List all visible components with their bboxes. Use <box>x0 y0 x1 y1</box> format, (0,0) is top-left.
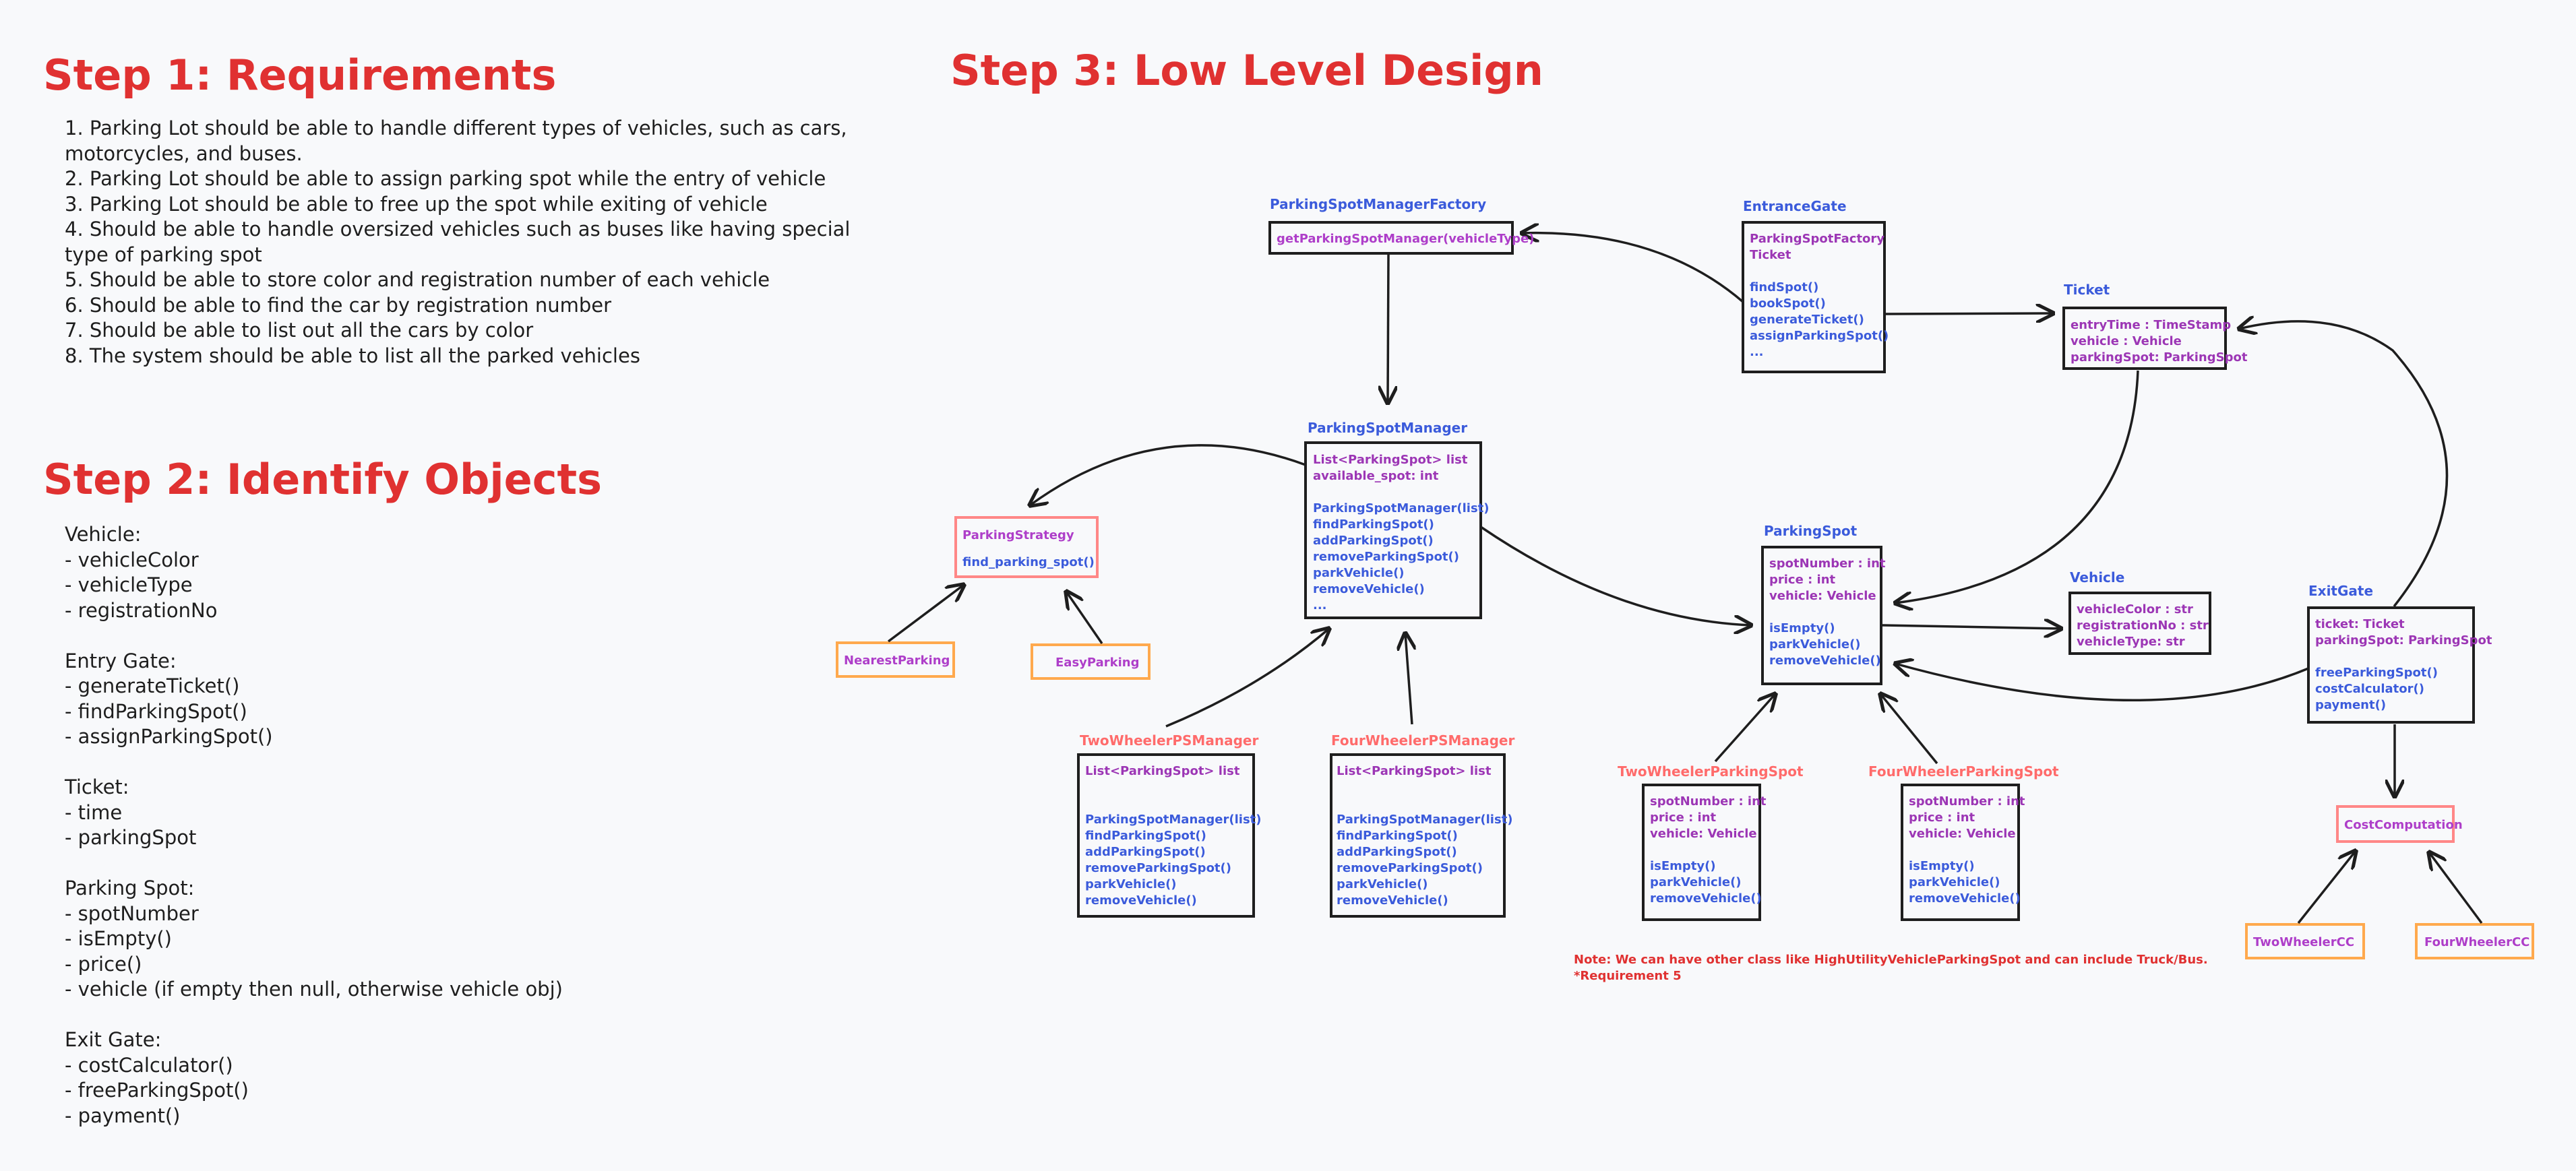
arrow-twops-manager <box>1165 629 1329 728</box>
fourPS-method: addParkingSpot() <box>1337 845 1457 859</box>
exit-method: costCalculator() <box>2315 682 2424 696</box>
exit-method: payment() <box>2315 698 2386 712</box>
twoSpot-field: spotNumber : int <box>1650 794 1767 809</box>
twoSpot-field: price : int <box>1650 811 1717 825</box>
spot-method: isEmpty() <box>1769 621 1835 635</box>
entrance-method: generateTicket() <box>1750 313 1864 327</box>
arrow-fourspot-spot <box>1880 694 1938 765</box>
manager-title: ParkingSpotManager <box>1308 420 1467 436</box>
arrow-nearest-strategy <box>887 585 964 643</box>
arrow-twospot-spot <box>1714 694 1775 763</box>
fourSpot-field: vehicle: Vehicle <box>1909 827 2016 841</box>
spot-field: vehicle: Vehicle <box>1769 589 1876 603</box>
fourSpot-method: removeVehicle() <box>1909 891 2021 906</box>
ticket-title: Ticket <box>2064 282 2110 298</box>
vehicle-title: Vehicle <box>2070 569 2124 586</box>
spot-field: price : int <box>1769 573 1836 587</box>
spot-field: spotNumber : int <box>1769 557 1886 571</box>
manager-method: addParkingSpot() <box>1313 534 1434 548</box>
arrow-entrance-factory <box>1522 233 1744 303</box>
strategy-method: find_parking_spot() <box>962 555 1095 569</box>
twoSpot-field: vehicle: Vehicle <box>1650 827 1757 841</box>
entrance-title: EntranceGate <box>1743 198 1847 214</box>
strategy-title: ParkingStrategy <box>962 528 1074 542</box>
entrance-field: ParkingSpotFactory <box>1750 232 1884 246</box>
entrance-field: Ticket <box>1750 248 1791 262</box>
twoPS-method: ParkingSpotManager(list) <box>1085 813 1262 827</box>
two-cc-label: TwoWheelerCC <box>2253 935 2354 949</box>
twoPS-field: List<ParkingSpot> list <box>1085 764 1240 778</box>
arrow-exit-ticket <box>2239 321 2449 608</box>
entrance-method: assignParkingSpot() <box>1750 329 1889 343</box>
manager-method: removeVehicle() <box>1313 582 1425 596</box>
arrow-entrance-ticket <box>1885 313 2053 314</box>
fourPS-field: List<ParkingSpot> list <box>1337 764 1492 778</box>
arrow-fourcc-cost <box>2429 852 2483 924</box>
arrow-manager-strategy <box>1030 444 1306 505</box>
fourSpot-field: spotNumber : int <box>1909 794 2025 809</box>
nearest-label: NearestParking <box>844 654 950 668</box>
fourPS-method: removeParkingSpot() <box>1337 861 1483 875</box>
fourSpot-field: price : int <box>1909 811 1975 825</box>
twoPS-method: parkVehicle() <box>1085 877 1177 891</box>
fourPS-method: ParkingSpotManager(list) <box>1337 813 1513 827</box>
two-ps-title: TwoWheelerPSManager <box>1080 732 1258 749</box>
four-cc-label: FourWheelerCC <box>2424 935 2529 949</box>
note-line-2: *Requirement 5 <box>1574 969 1682 983</box>
arrow-fourps-manager <box>1405 633 1412 725</box>
ticket-field: parkingSpot: ParkingSpot <box>2071 350 2248 365</box>
twoSpot-method: removeVehicle() <box>1650 891 1762 906</box>
fourSpot-method: isEmpty() <box>1909 859 1975 873</box>
twoSpot-method: isEmpty() <box>1650 859 1716 873</box>
manager-method: removeParkingSpot() <box>1313 550 1459 564</box>
manager-field: available_spot: int <box>1313 469 1439 483</box>
entrance-method: ... <box>1750 345 1764 359</box>
two-spot-title: TwoWheelerParkingSpot <box>1618 763 1804 780</box>
spot-title: ParkingSpot <box>1764 523 1858 539</box>
four-spot-title: FourWheelerParkingSpot <box>1868 763 2059 780</box>
spot-method: parkVehicle() <box>1769 637 1861 652</box>
exit-method: freeParkingSpot() <box>2315 666 2438 680</box>
twoPS-method: removeParkingSpot() <box>1085 861 1231 875</box>
twoPS-method: addParkingSpot() <box>1085 845 1206 859</box>
cost-label: CostComputation <box>2344 818 2463 832</box>
twoPS-method: removeVehicle() <box>1085 893 1197 908</box>
fourPS-method: removeVehicle() <box>1337 893 1448 908</box>
arrow-ticket-spot <box>1895 370 2139 603</box>
manager-field: List<ParkingSpot> list <box>1313 453 1468 467</box>
fourPS-method: parkVehicle() <box>1337 877 1428 891</box>
easy-label: EasyParking <box>1055 656 1139 670</box>
spot-method: removeVehicle() <box>1769 654 1881 668</box>
vehicle-field: registrationNo : str <box>2077 619 2209 633</box>
four-ps-title: FourWheelerPSManager <box>1331 732 1514 749</box>
exit-field: ticket: Ticket <box>2315 617 2405 631</box>
arrow-twocc-cost <box>2297 851 2356 924</box>
entrance-method: bookSpot() <box>1750 296 1826 311</box>
arrow-easy-strategy <box>1066 592 1103 644</box>
entrance-method: findSpot() <box>1750 280 1818 294</box>
manager-method: ... <box>1313 598 1327 612</box>
class-members: ParkingSpotFactory Ticket findSpot() bookSp… <box>1085 232 2492 908</box>
ticket-field: entryTime : TimeStamp <box>2071 318 2231 332</box>
manager-method: ParkingSpotManager(list) <box>1313 501 1490 515</box>
vehicle-field: vehicleColor : str <box>2077 602 2193 616</box>
manager-method: parkVehicle() <box>1313 566 1405 580</box>
factory-title: ParkingSpotManagerFactory <box>1270 196 1486 212</box>
factory-method: getParkingSpotManager(vehicleType) <box>1277 232 1534 246</box>
exit-title: ExitGate <box>2308 583 2373 599</box>
twoPS-method: findParkingSpot() <box>1085 829 1206 843</box>
fourPS-method: findParkingSpot() <box>1337 829 1458 843</box>
exit-field: parkingSpot: ParkingSpot <box>2315 633 2492 647</box>
manager-method: findParkingSpot() <box>1313 517 1434 532</box>
vehicle-field: vehicleType: str <box>2077 635 2185 649</box>
fourSpot-method: parkVehicle() <box>1909 875 2000 889</box>
arrow-manager-spot <box>1480 526 1751 625</box>
twoSpot-method: parkVehicle() <box>1650 875 1742 889</box>
ticket-field: vehicle : Vehicle <box>2071 334 2182 348</box>
arrow-exit-spot <box>1895 664 2309 701</box>
note-line-1: Note: We can have other class like HighU… <box>1574 953 2208 967</box>
class-diagram: ParkingSpotManagerFactory EntranceGate T… <box>836 196 2534 983</box>
arrow-spot-vehicle <box>1882 625 2061 629</box>
